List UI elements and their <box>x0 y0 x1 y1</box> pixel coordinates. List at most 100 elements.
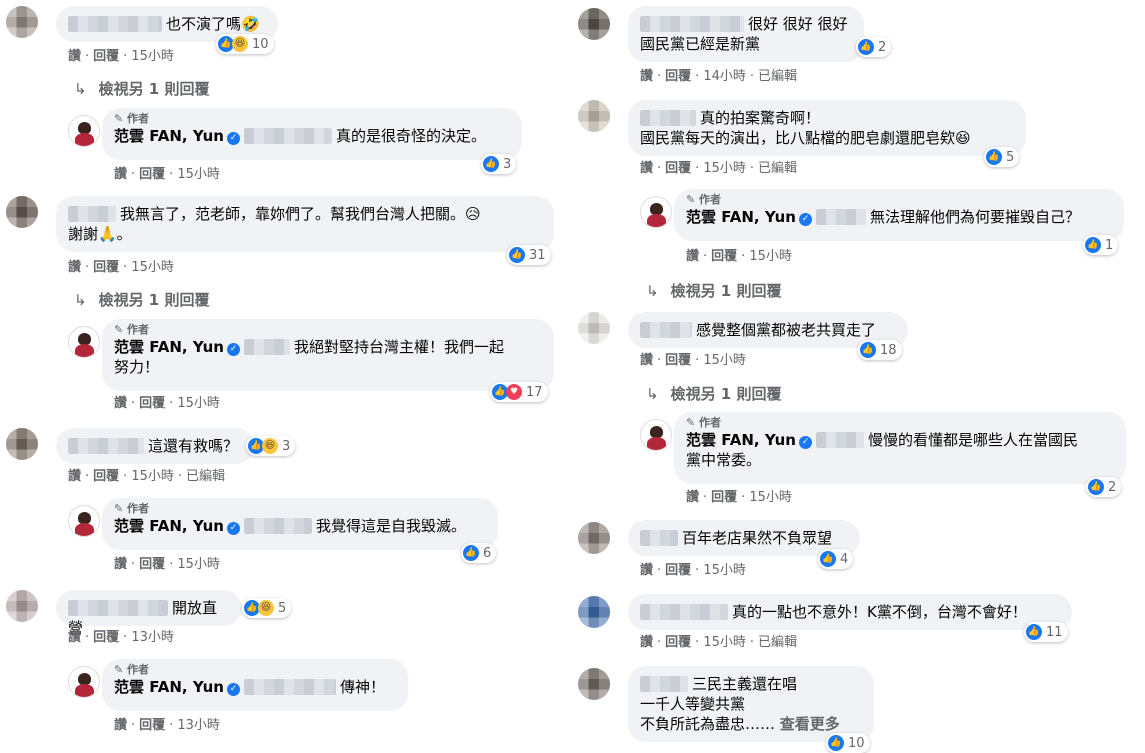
reply-button[interactable]: 回覆 <box>139 718 165 733</box>
blurred-name[interactable] <box>640 110 696 126</box>
reply-button[interactable]: 回覆 <box>665 353 691 368</box>
reaction-count[interactable]: 👍 😆 10 <box>216 34 274 54</box>
timestamp[interactable]: 15小時 <box>131 260 174 275</box>
reply-button[interactable]: 回覆 <box>665 563 691 578</box>
avatar[interactable] <box>6 590 38 622</box>
timestamp[interactable]: 15小時 <box>177 167 220 182</box>
view-more-replies[interactable]: ↳ 檢視另 1 則回覆 <box>646 280 781 301</box>
blurred-name[interactable] <box>640 530 678 546</box>
reply-button[interactable]: 回覆 <box>93 49 119 64</box>
reply-button[interactable]: 回覆 <box>139 167 165 182</box>
timestamp[interactable]: 14小時 <box>703 69 746 84</box>
avatar[interactable] <box>578 522 610 554</box>
reply-button[interactable]: 回覆 <box>665 635 691 650</box>
timestamp[interactable]: 15小時 <box>131 49 174 64</box>
like-button[interactable]: 讚 <box>640 635 653 650</box>
reply-button[interactable]: 回覆 <box>93 260 119 275</box>
reaction-count[interactable]: 👍 😆 5 <box>242 598 292 618</box>
reaction-count[interactable]: 👍 3 <box>481 154 517 174</box>
timestamp[interactable]: 15小時 <box>749 490 792 505</box>
like-button[interactable]: 讚 <box>686 490 699 505</box>
like-button[interactable]: 讚 <box>114 396 127 411</box>
like-button[interactable]: 讚 <box>640 161 653 176</box>
timestamp[interactable]: 15小時 <box>703 353 746 368</box>
reaction-count[interactable]: 👍 11 <box>1024 622 1068 642</box>
reaction-count[interactable]: 👍 😆 3 <box>246 436 296 456</box>
avatar-fan-yun[interactable] <box>68 505 100 537</box>
like-button[interactable]: 讚 <box>686 249 699 264</box>
blurred-name[interactable] <box>243 128 332 144</box>
author-name[interactable]: 范雲 FAN, Yun <box>114 338 224 356</box>
blurred-name[interactable] <box>815 432 864 448</box>
author-name[interactable]: 范雲 FAN, Yun <box>686 431 796 449</box>
reaction-count[interactable]: 👍 31 <box>507 245 551 265</box>
see-more-link[interactable]: 查看更多 <box>780 715 840 733</box>
like-button[interactable]: 讚 <box>640 563 653 578</box>
author-name[interactable]: 范雲 FAN, Yun <box>114 127 224 145</box>
avatar[interactable] <box>578 312 610 344</box>
blurred-name[interactable] <box>815 209 866 225</box>
blurred-name[interactable] <box>68 600 168 616</box>
blurred-name[interactable] <box>243 679 336 695</box>
like-button[interactable]: 讚 <box>114 718 127 733</box>
author-name[interactable]: 范雲 FAN, Yun <box>114 517 224 535</box>
avatar-fan-yun[interactable] <box>640 419 672 451</box>
avatar-fan-yun[interactable] <box>68 115 100 147</box>
view-more-replies[interactable]: ↳ 檢視另 1 則回覆 <box>74 289 209 310</box>
like-button[interactable]: 讚 <box>68 469 81 484</box>
timestamp[interactable]: 15小時 <box>177 557 220 572</box>
author-name[interactable]: 范雲 FAN, Yun <box>686 208 796 226</box>
reply-button[interactable]: 回覆 <box>139 557 165 572</box>
avatar[interactable] <box>6 196 38 228</box>
blurred-name[interactable] <box>243 339 290 355</box>
like-button[interactable]: 讚 <box>68 630 81 645</box>
reaction-count[interactable]: 👍 4 <box>818 549 854 569</box>
avatar[interactable] <box>578 100 610 132</box>
blurred-name[interactable] <box>68 206 116 222</box>
reply-button[interactable]: 回覆 <box>93 469 119 484</box>
reply-button[interactable]: 回覆 <box>139 396 165 411</box>
timestamp[interactable]: 15小時 <box>703 161 746 176</box>
reaction-count[interactable]: 👍 5 <box>984 147 1020 167</box>
view-more-replies[interactable]: ↳ 檢視另 1 則回覆 <box>646 383 781 404</box>
reply-button[interactable]: 回覆 <box>711 490 737 505</box>
avatar-fan-yun[interactable] <box>640 196 672 228</box>
timestamp[interactable]: 15小時 <box>177 396 220 411</box>
view-more-replies[interactable]: ↳ 檢視另 1 則回覆 <box>74 78 209 99</box>
reaction-count[interactable]: 👍 ♥ 17 <box>490 382 548 402</box>
blurred-name[interactable] <box>640 322 692 338</box>
like-button[interactable]: 讚 <box>68 49 81 64</box>
timestamp[interactable]: 13小時 <box>177 718 220 733</box>
edited-label[interactable]: 已編輯 <box>758 635 797 650</box>
blurred-name[interactable] <box>68 16 162 32</box>
reply-button[interactable]: 回覆 <box>711 249 737 264</box>
reaction-count[interactable]: 👍 6 <box>461 543 497 563</box>
edited-label[interactable]: 已編輯 <box>758 161 797 176</box>
timestamp[interactable]: 15小時 <box>703 563 746 578</box>
reply-button[interactable]: 回覆 <box>93 630 119 645</box>
avatar-fan-yun[interactable] <box>68 666 100 698</box>
timestamp[interactable]: 15小時 <box>131 469 174 484</box>
reaction-count[interactable]: 👍 2 <box>856 37 892 57</box>
blurred-name[interactable] <box>243 518 312 534</box>
blurred-name[interactable] <box>640 16 744 32</box>
like-button[interactable]: 讚 <box>640 353 653 368</box>
avatar-fan-yun[interactable] <box>68 326 100 358</box>
author-name[interactable]: 范雲 FAN, Yun <box>114 678 224 696</box>
blurred-name[interactable] <box>640 676 688 692</box>
blurred-name[interactable] <box>68 438 144 454</box>
like-button[interactable]: 讚 <box>114 557 127 572</box>
edited-label[interactable]: 已編輯 <box>186 469 225 484</box>
avatar[interactable] <box>578 8 610 40</box>
edited-label[interactable]: 已編輯 <box>758 69 797 84</box>
timestamp[interactable]: 15小時 <box>703 635 746 650</box>
like-button[interactable]: 讚 <box>114 167 127 182</box>
reply-button[interactable]: 回覆 <box>665 161 691 176</box>
reaction-count[interactable]: 👍 10 <box>826 733 870 753</box>
like-button[interactable]: 讚 <box>68 260 81 275</box>
timestamp[interactable]: 13小時 <box>131 630 174 645</box>
avatar[interactable] <box>578 596 610 628</box>
reaction-count[interactable]: 👍 18 <box>858 340 902 360</box>
avatar[interactable] <box>578 668 610 700</box>
avatar[interactable] <box>6 428 38 460</box>
